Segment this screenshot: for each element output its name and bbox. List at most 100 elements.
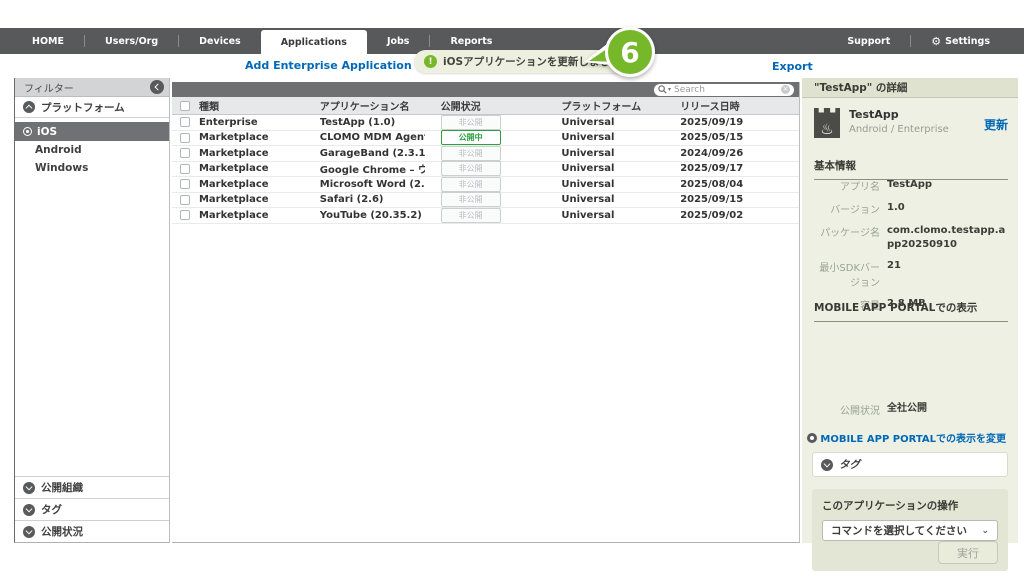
basic-info-heading: 基本情報 — [814, 158, 1008, 180]
cell-release-date: 2025/09/17 — [677, 163, 799, 174]
column-header-release-date[interactable]: リリース日時 — [677, 98, 799, 113]
tag-label: タグ — [839, 457, 860, 472]
row-checkbox[interactable] — [180, 164, 190, 174]
search-input[interactable] — [674, 85, 781, 95]
status-badge: 公開中 — [441, 130, 501, 145]
chevron-up-circle-icon — [23, 101, 35, 113]
select-all-checkbox[interactable] — [180, 101, 190, 111]
filter-group-label: 公開状況 — [41, 524, 83, 539]
table-row-clomo-mdm-agent[interactable]: Marketplace CLOMO MDM Agent (4.4.0) 公開中 … — [172, 131, 799, 147]
filter-sidebar: フィルター プラットフォーム iOS Android Windows 公開組織 — [14, 78, 170, 543]
column-header-type[interactable]: 種類 — [199, 98, 320, 113]
row-checkbox[interactable] — [180, 148, 190, 158]
tag-expander[interactable]: タグ — [812, 452, 1008, 477]
annotation-balloon-6: 6 — [580, 24, 666, 80]
table-row-microsoft-word[interactable]: Marketplace Microsoft Word (2.99.3) 非公開 … — [172, 177, 799, 193]
nav-right: Support ⚙Settings — [827, 28, 1024, 54]
cell-release-date: 2025/09/02 — [677, 210, 799, 221]
chevron-left-icon — [154, 83, 161, 90]
table-row-youtube[interactable]: Marketplace YouTube (20.35.2) 非公開 Univer… — [172, 208, 799, 224]
chevron-down-circle-icon — [23, 504, 35, 516]
cell-app-name: Microsoft Word (2.99.3) — [320, 179, 425, 190]
filter-group-tag[interactable]: タグ — [15, 498, 169, 520]
applications-table-region: ▾ × 種類 アプリケーション名 公開状況 プラットフォーム リリース日時 En… — [172, 82, 800, 543]
portal-display-change-link[interactable]: MOBILE APP PORTALでの表示を変更 — [807, 430, 1006, 445]
portal-link-label: MOBILE APP PORTALでの表示を変更 — [820, 430, 1006, 445]
tab-applications[interactable]: Applications — [261, 30, 367, 54]
status-badge: 非公開 — [441, 177, 501, 192]
platform-label: Windows — [35, 162, 88, 174]
app-name: TestApp — [849, 108, 984, 121]
cell-app-name: Google Chrome – ウェブブ... — [320, 161, 425, 176]
command-select[interactable]: コマンドを選択してください ⌄ — [822, 520, 998, 541]
sidebar-item-ios[interactable]: iOS — [15, 122, 169, 141]
row-checkbox[interactable] — [180, 210, 190, 220]
row-checkbox[interactable] — [180, 117, 190, 127]
settings-label: Settings — [945, 36, 990, 47]
row-checkbox[interactable] — [180, 133, 190, 143]
filter-group-platform[interactable]: プラットフォーム — [15, 97, 169, 118]
cell-type: Marketplace — [199, 179, 320, 190]
cell-release-date: 2024/09/26 — [677, 148, 799, 159]
filter-group-status[interactable]: 公開状況 — [15, 520, 169, 542]
table-toolbar: ▾ × — [172, 82, 799, 97]
cell-type: Marketplace — [199, 163, 320, 174]
operation-card: このアプリケーションの操作 コマンドを選択してください ⌄ 実行 — [812, 489, 1008, 571]
cell-platform: Universal — [561, 194, 677, 205]
filter-group-label: タグ — [41, 502, 62, 517]
support-link[interactable]: Support — [827, 28, 910, 54]
tab-home[interactable]: HOME — [12, 28, 84, 54]
detail-panel-title: "TestApp" の詳細 — [802, 78, 1018, 98]
cell-type: Marketplace — [199, 194, 320, 205]
cell-platform: Universal — [561, 179, 677, 190]
field-label: アプリ名 — [814, 178, 880, 193]
execute-button[interactable]: 実行 — [938, 541, 998, 564]
cell-release-date: 2025/09/15 — [677, 194, 799, 205]
gear-circle-icon — [807, 433, 817, 443]
tab-users-org[interactable]: Users/Org — [85, 28, 178, 54]
portal-fields: 公開状況全社公開 — [814, 402, 1008, 425]
column-header-app-name[interactable]: アプリケーション名 — [320, 98, 425, 113]
status-badge: 非公開 — [441, 208, 501, 223]
column-header-platform[interactable]: プラットフォーム — [561, 98, 677, 113]
add-enterprise-application-link[interactable]: Add Enterprise Application — [245, 59, 412, 72]
column-header-status[interactable]: 公開状況 — [425, 98, 562, 113]
table-row-garageband[interactable]: Marketplace GarageBand (2.3.17) 非公開 Univ… — [172, 146, 799, 162]
success-icon: ! — [424, 55, 437, 68]
chevron-down-circle-icon — [821, 459, 833, 471]
cell-type: Marketplace — [199, 132, 320, 143]
field-value: 全社公開 — [887, 402, 927, 417]
field-label: バージョン — [814, 201, 880, 216]
settings-link[interactable]: ⚙Settings — [911, 28, 1010, 54]
tab-devices[interactable]: Devices — [179, 28, 261, 54]
row-checkbox[interactable] — [180, 179, 190, 189]
app-icon: ♨ — [814, 108, 840, 138]
sidebar-item-android[interactable]: Android — [15, 141, 169, 159]
chevron-down-icon: ⌄ — [981, 526, 989, 536]
cell-type: Marketplace — [199, 210, 320, 221]
filter-group-label: 公開組織 — [41, 480, 83, 495]
collapse-sidebar-button[interactable] — [150, 80, 164, 94]
operation-title: このアプリケーションの操作 — [822, 498, 998, 513]
table-row-testapp[interactable]: Enterprise TestApp (1.0) 非公開 Universal 2… — [172, 115, 799, 131]
filter-header: フィルター — [15, 78, 169, 97]
table-row-safari[interactable]: Marketplace Safari (2.6) 非公開 Universal 2… — [172, 193, 799, 209]
cell-platform: Universal — [561, 210, 677, 221]
sidebar-item-windows[interactable]: Windows — [15, 159, 169, 177]
table-row-google-chrome[interactable]: Marketplace Google Chrome – ウェブブ... 非公開 … — [172, 162, 799, 178]
table-header-row: 種類 アプリケーション名 公開状況 プラットフォーム リリース日時 — [172, 97, 799, 115]
filter-group-label: プラットフォーム — [41, 100, 125, 115]
cell-app-name: TestApp (1.0) — [320, 117, 425, 128]
field-label: 公開状況 — [814, 402, 880, 417]
app-window: HOME Users/Org Devices Applications Jobs… — [0, 0, 1024, 576]
update-link[interactable]: 更新 — [984, 116, 1008, 138]
filter-group-organization[interactable]: 公開組織 — [15, 476, 169, 498]
row-checkbox[interactable] — [180, 195, 190, 205]
export-link[interactable]: Export — [772, 60, 813, 73]
radio-selected-icon — [23, 127, 32, 136]
search-clear-icon[interactable]: × — [781, 85, 790, 94]
sidebar-bottom-groups: 公開組織 タグ 公開状況 — [15, 476, 169, 542]
cell-release-date: 2025/08/04 — [677, 179, 799, 190]
search-box: ▾ × — [654, 84, 794, 97]
app-detail-panel: "TestApp" の詳細 ♨ TestApp Android / Enterp… — [802, 78, 1018, 543]
